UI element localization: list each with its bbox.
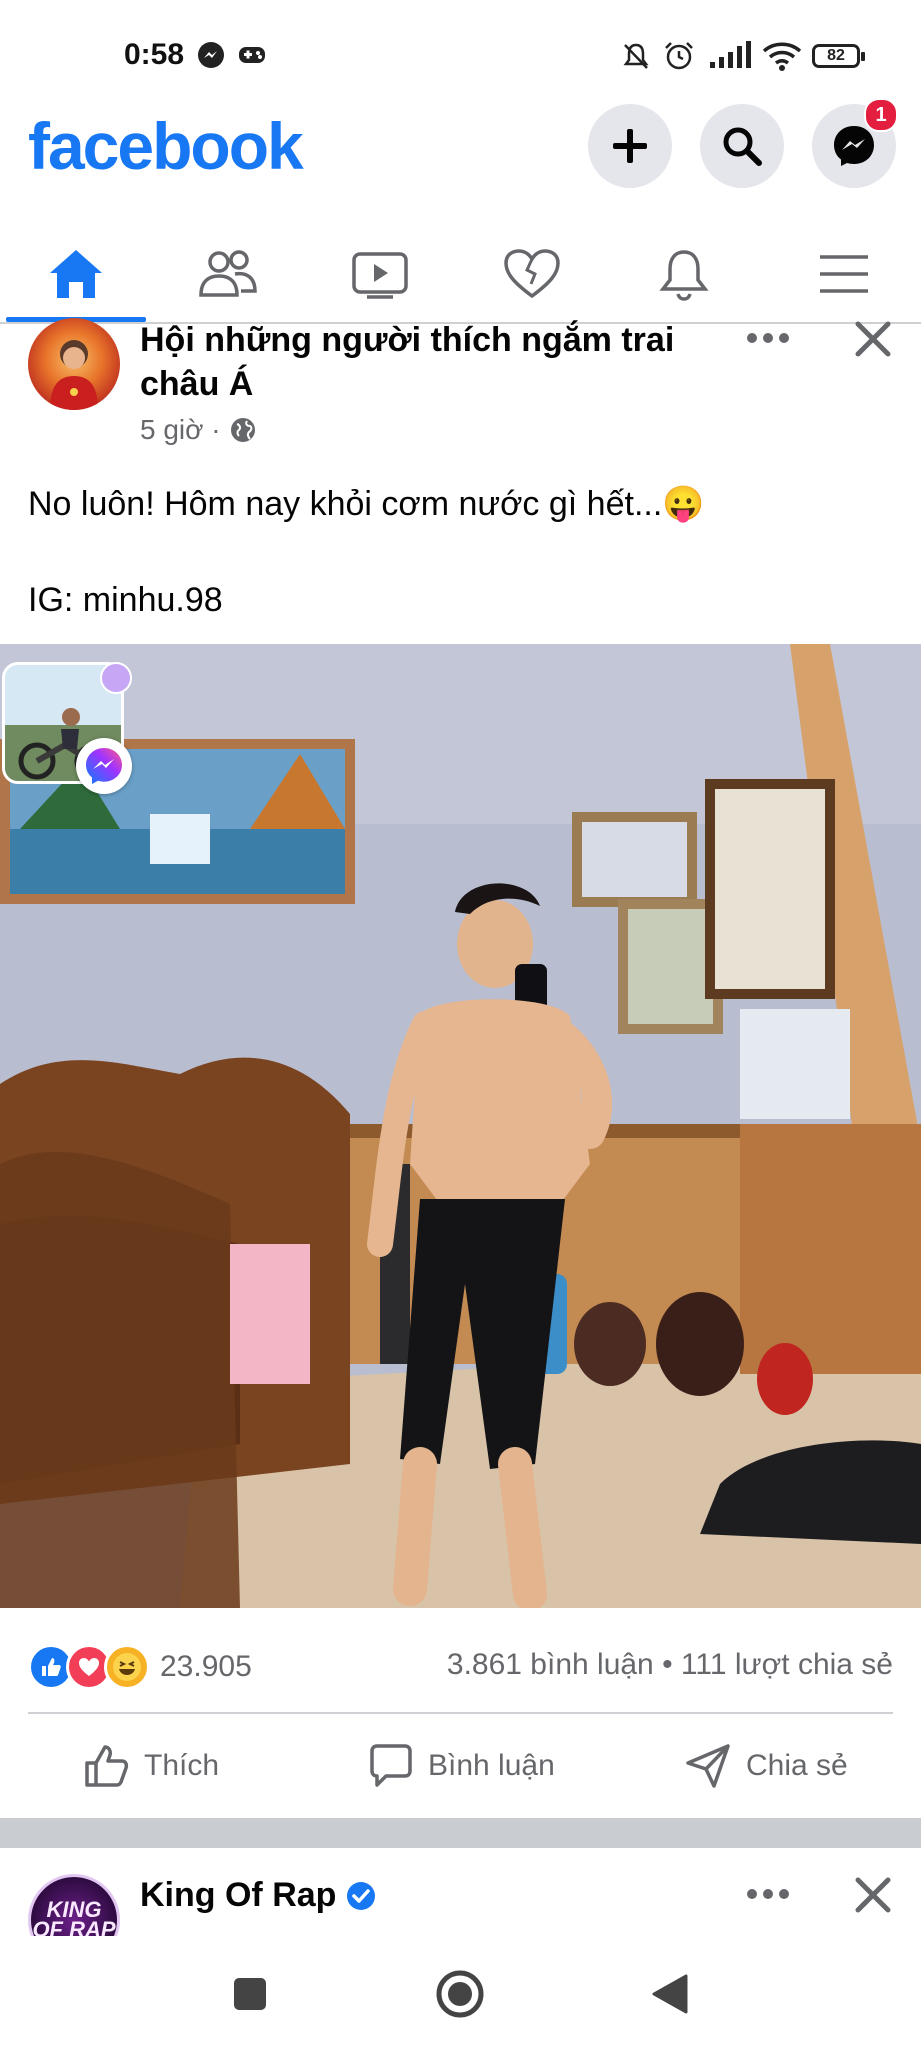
recents-button[interactable] xyxy=(222,1966,278,2022)
messenger-icon xyxy=(834,126,874,166)
reaction-summary[interactable]: 23.905 xyxy=(28,1644,252,1690)
more-dots-icon xyxy=(747,1889,789,1899)
game-controller-icon xyxy=(236,40,268,75)
page-name-label: King Of Rap xyxy=(140,1876,337,1914)
home-icon xyxy=(50,250,102,298)
group-avatar[interactable] xyxy=(28,318,120,410)
share-icon xyxy=(686,1744,730,1788)
post-text: No luôn! Hôm nay khỏi cơm nước gì hết...… xyxy=(28,485,705,523)
dating-icon xyxy=(504,249,560,299)
next-post-more-options-button[interactable] xyxy=(738,1874,798,1914)
notifications-icon xyxy=(659,250,709,301)
close-icon xyxy=(855,1877,891,1913)
friends-icon xyxy=(199,250,257,297)
globe-icon xyxy=(230,418,255,442)
search-icon xyxy=(723,127,762,166)
post-instagram-handle: IG: minhu.98 xyxy=(28,581,223,619)
tab-notifications[interactable] xyxy=(608,228,760,320)
post-hide-button[interactable] xyxy=(848,314,898,364)
haha-reaction-icon xyxy=(104,1644,150,1690)
like-button[interactable]: Thích xyxy=(84,1736,219,1796)
comment-icon xyxy=(370,1744,412,1787)
group-avatar-image xyxy=(50,340,98,410)
tab-menu[interactable] xyxy=(768,228,920,320)
next-post-hide-button[interactable] xyxy=(848,1870,898,1920)
back-button[interactable] xyxy=(642,1966,698,2022)
post-meta: 5 giờ · xyxy=(140,414,257,446)
close-icon xyxy=(855,321,891,357)
main-tab-bar xyxy=(0,228,921,324)
tab-watch[interactable] xyxy=(304,228,456,320)
divider xyxy=(28,1712,893,1714)
signal-icon xyxy=(708,40,752,75)
verified-badge-icon xyxy=(347,1881,376,1910)
messenger-badge: 1 xyxy=(864,98,898,132)
wifi-icon xyxy=(762,40,802,77)
alarm-icon xyxy=(662,40,696,77)
create-post-button[interactable] xyxy=(588,104,672,188)
home-circle-icon xyxy=(436,1970,484,2018)
share-label: Chia sẻ xyxy=(746,1749,848,1782)
messenger-gradient-icon xyxy=(86,748,122,784)
watch-icon xyxy=(352,252,408,299)
messenger-button[interactable]: 1 xyxy=(812,98,898,188)
mute-bell-icon xyxy=(620,40,652,77)
share-button[interactable]: Chia sẻ xyxy=(684,1736,848,1796)
post-photo[interactable] xyxy=(0,644,921,1608)
comment-share-stats[interactable]: 3.861 bình luận • 111 lượt chia sẻ xyxy=(447,1648,893,1682)
battery-indicator: 82 xyxy=(812,44,865,68)
next-post-page-name[interactable]: King Of Rap xyxy=(140,1876,376,1915)
post-group-name[interactable]: Hội những người thích ngắm trai châu Á xyxy=(140,318,720,406)
tab-dating[interactable] xyxy=(456,228,608,320)
reaction-count: 23.905 xyxy=(160,1650,252,1683)
messenger-notification-icon xyxy=(196,40,226,75)
like-label: Thích xyxy=(144,1749,220,1782)
facebook-logo[interactable]: facebook xyxy=(28,108,304,184)
tab-friends[interactable] xyxy=(152,228,304,320)
status-bar: 0:58 82 xyxy=(0,0,921,110)
comment-button[interactable]: Bình luận xyxy=(368,1736,555,1796)
back-triangle-icon xyxy=(652,1974,688,2014)
plus-icon xyxy=(613,129,647,163)
feed-separator xyxy=(0,1818,921,1848)
comment-label: Bình luận xyxy=(428,1749,555,1782)
room-selfie-image xyxy=(0,644,921,1608)
chat-head-status-dot xyxy=(100,662,132,694)
search-button[interactable] xyxy=(700,104,784,188)
tab-home[interactable] xyxy=(0,228,152,322)
post-more-options-button[interactable] xyxy=(738,318,798,358)
home-nav-button[interactable] xyxy=(432,1966,488,2022)
post-time: 5 giờ · xyxy=(140,414,221,445)
recents-square-icon xyxy=(234,1978,266,2010)
status-time: 0:58 xyxy=(124,38,185,71)
more-dots-icon xyxy=(747,333,789,343)
thumbs-up-icon xyxy=(85,1745,129,1787)
menu-icon xyxy=(820,255,868,293)
chat-head-messenger-badge xyxy=(76,738,132,794)
